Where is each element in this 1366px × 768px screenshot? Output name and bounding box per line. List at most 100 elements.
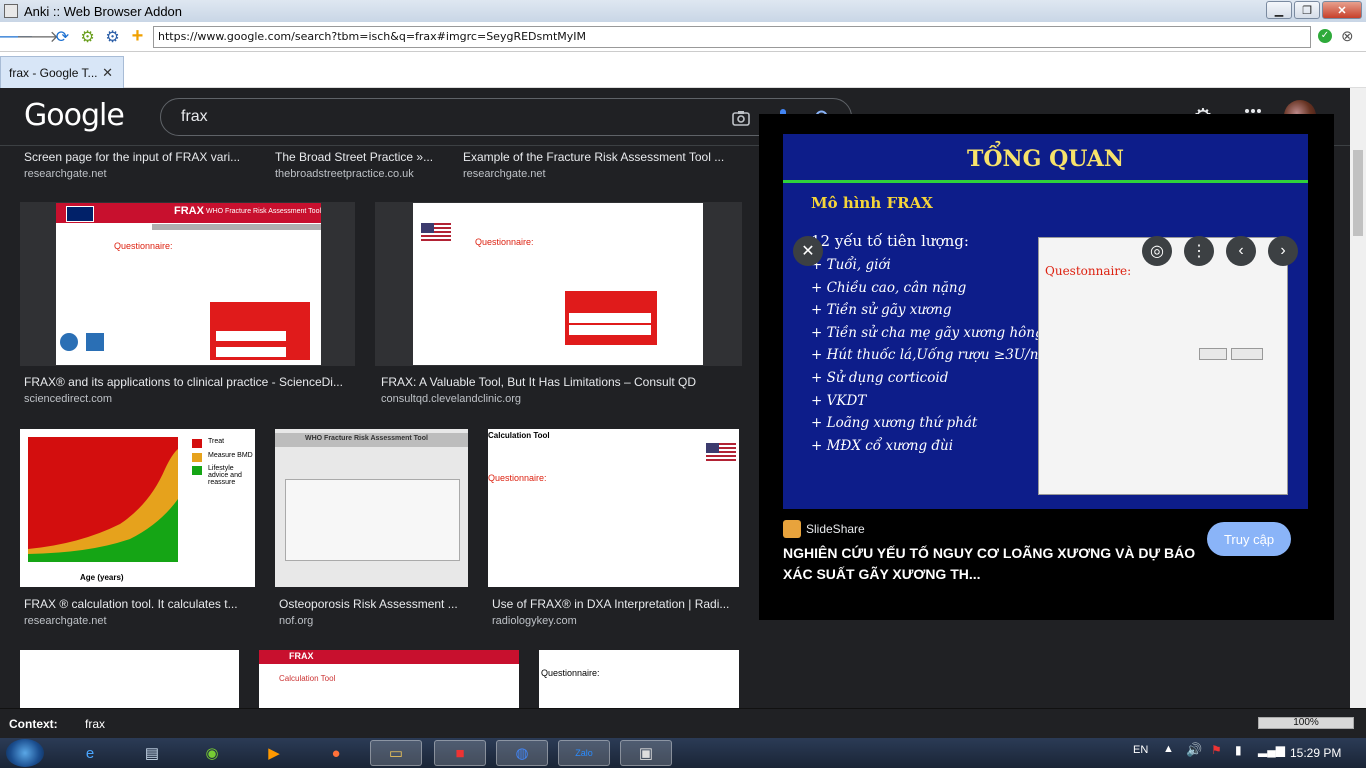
questionnaire-label: Questionnaire: bbox=[114, 241, 173, 251]
result-thumbnail[interactable]: Treat Measure BMD Lifestyle advice and r… bbox=[20, 429, 255, 587]
lens-icon[interactable]: ◎ bbox=[1142, 236, 1172, 266]
preview-image[interactable]: TỔNG QUAN Mô hình FRAX 12 yếu tố tiên lư… bbox=[783, 134, 1308, 509]
result-source[interactable]: sciencedirect.com bbox=[24, 393, 112, 405]
window-title: Anki :: Web Browser Addon bbox=[24, 3, 183, 19]
tab-frax[interactable]: frax - Google T... ✕ bbox=[0, 56, 124, 88]
slide-item: + Loãng xương thứ phát bbox=[811, 415, 978, 432]
more-options-icon[interactable]: ⋮ bbox=[1184, 236, 1214, 266]
slide-item: + Tuổi, giới bbox=[811, 257, 891, 273]
slide-divider bbox=[783, 180, 1308, 183]
result-source[interactable]: thebroadstreetpractice.co.uk bbox=[275, 168, 414, 180]
chart-axis-label: Age (years) bbox=[80, 573, 124, 582]
google-logo[interactable]: Google bbox=[24, 98, 125, 133]
result-thumbnail[interactable] bbox=[20, 650, 239, 708]
slide-title: TỔNG QUAN bbox=[967, 146, 1124, 172]
ie-icon[interactable]: e bbox=[64, 740, 116, 766]
chrome-icon[interactable]: ◍ bbox=[496, 740, 548, 766]
minimize-button[interactable]: ▁ bbox=[1266, 1, 1292, 19]
result-caption[interactable]: Use of FRAX® in DXA Interpretation | Rad… bbox=[492, 597, 737, 611]
settings-gear-icon[interactable]: ⚙ bbox=[75, 25, 100, 49]
start-button[interactable] bbox=[6, 739, 44, 767]
network-icon[interactable]: ▂▄▆ bbox=[1258, 743, 1285, 757]
slide-item: + Sử dụng corticoid bbox=[811, 369, 949, 386]
battery-icon[interactable]: ▮ bbox=[1235, 743, 1242, 757]
result-thumbnail[interactable]: FRAX WHO Fracture Risk Assessment Tool Q… bbox=[56, 203, 321, 365]
stop-icon[interactable]: ⊗ bbox=[1341, 27, 1354, 45]
slide-item: + Tiền sử gãy xương bbox=[811, 302, 952, 319]
anki-icon[interactable]: ■ bbox=[434, 740, 486, 766]
result-caption[interactable]: FRAX: A Valuable Tool, But It Has Limita… bbox=[381, 375, 741, 389]
forward-icon[interactable]: 🡒 bbox=[16, 25, 59, 49]
zalo-icon[interactable]: Zalo bbox=[558, 740, 610, 766]
questionnaire-label: Questionnaire: bbox=[541, 668, 600, 678]
result-thumbnail[interactable]: Questionnaire: bbox=[413, 203, 703, 365]
result-caption[interactable]: The Broad Street Practice »... bbox=[275, 150, 440, 164]
result-caption[interactable]: FRAX® and its applications to clinical p… bbox=[24, 375, 354, 389]
language-indicator[interactable]: EN bbox=[1133, 744, 1148, 756]
slide-list: + Tuổi, giới + Chiều cao, cân nặng + Tiề… bbox=[811, 257, 1063, 460]
scrollbar-thumb[interactable] bbox=[1353, 150, 1363, 236]
result-thumbnail[interactable]: WHO Fracture Risk Assessment Tool bbox=[275, 429, 468, 587]
result-source[interactable]: researchgate.net bbox=[463, 168, 546, 180]
file-explorer-icon[interactable]: ▭ bbox=[370, 740, 422, 766]
slide-item: + Chiều cao, cân nặng bbox=[811, 279, 967, 296]
legend-measure: Measure BMD bbox=[208, 452, 253, 459]
result-thumbnail[interactable]: FRAX Calculation Tool bbox=[259, 650, 519, 708]
close-tab-icon[interactable]: ✕ bbox=[102, 65, 113, 81]
result-thumbnail[interactable]: Calculation Tool Questionnaire: bbox=[488, 429, 739, 587]
go-icon[interactable]: ✓ bbox=[1318, 29, 1332, 43]
tray-expand-icon[interactable]: ▲ bbox=[1163, 743, 1174, 755]
windows-taskbar: e ▤ ◉ ▶ ● ▭ ■ ◍ Zalo ▣ EN ▲ 🔊 ⚑ ▮ ▂▄▆ 15… bbox=[0, 738, 1366, 768]
form-label: Questonnaire: bbox=[1045, 264, 1132, 278]
tab-bar: frax - Google T... ✕ bbox=[0, 52, 1366, 88]
clock[interactable]: 15:29 PM bbox=[1290, 746, 1341, 760]
result-source[interactable]: researchgate.net bbox=[24, 168, 107, 180]
firefox-icon[interactable]: ● bbox=[310, 740, 362, 766]
previous-icon[interactable]: ‹ bbox=[1226, 236, 1256, 266]
close-icon[interactable]: ✕ bbox=[793, 236, 823, 266]
slide-item: + VKDT bbox=[811, 392, 867, 409]
result-caption[interactable]: Example of the Fracture Risk Assessment … bbox=[463, 150, 738, 164]
questionnaire-label: Questionnaire: bbox=[475, 237, 534, 247]
preview-title-line1[interactable]: NGHIÊN CỨU YẾU TỐ NGUY CƠ LOÃNG XƯƠNG VÀ… bbox=[783, 545, 1195, 561]
notes-icon[interactable]: ▤ bbox=[126, 740, 178, 766]
page-scrollbar[interactable] bbox=[1350, 88, 1366, 708]
frax-title: FRAX bbox=[289, 651, 314, 661]
result-source[interactable]: nof.org bbox=[279, 615, 313, 627]
result-source[interactable]: radiologykey.com bbox=[492, 615, 577, 627]
next-icon[interactable]: › bbox=[1268, 236, 1298, 266]
result-thumbnail[interactable]: Questionnaire: bbox=[539, 650, 739, 708]
frax-subtitle: WHO Fracture Risk Assessment Tool bbox=[206, 208, 321, 215]
result-caption[interactable]: Osteoporosis Risk Assessment ... bbox=[279, 597, 469, 611]
preview-title-line2[interactable]: XÁC SUẤT GÃY XƯƠNG TH... bbox=[783, 566, 981, 582]
result-caption[interactable]: Screen page for the input of FRAX vari..… bbox=[24, 150, 249, 164]
legend-lifestyle: Lifestyle advice and reassure bbox=[208, 465, 242, 486]
reload-icon[interactable]: ⟳ bbox=[50, 25, 75, 49]
maximize-button[interactable]: ❐ bbox=[1294, 1, 1320, 19]
tab-label: frax - Google T... bbox=[9, 65, 98, 80]
add-icon[interactable]: + bbox=[125, 25, 150, 49]
volume-icon[interactable]: 🔊 bbox=[1186, 742, 1202, 758]
camera-icon[interactable] bbox=[730, 107, 752, 129]
image-preview-panel: TỔNG QUAN Mô hình FRAX 12 yếu tố tiên lư… bbox=[759, 114, 1334, 620]
search-input[interactable]: frax bbox=[181, 108, 208, 126]
search-box[interactable]: frax bbox=[160, 98, 852, 136]
result-source[interactable]: consultqd.clevelandclinic.org bbox=[381, 393, 521, 405]
calc-tool-label: Calculation Tool bbox=[279, 674, 336, 683]
slide-subtitle: Mô hình FRAX bbox=[811, 194, 933, 212]
result-source[interactable]: researchgate.net bbox=[24, 615, 107, 627]
url-field[interactable]: https://www.google.com/search?tbm=isch&q… bbox=[153, 26, 1311, 48]
frax-subtitle: WHO Fracture Risk Assessment Tool bbox=[305, 435, 428, 442]
media-player-icon[interactable]: ▶ bbox=[248, 740, 300, 766]
close-window-button[interactable]: ✕ bbox=[1322, 1, 1362, 19]
result-caption[interactable]: FRAX ® calculation tool. It calculates t… bbox=[24, 597, 249, 611]
visit-button[interactable]: Truy cập bbox=[1207, 522, 1291, 556]
app-icon[interactable]: ◉ bbox=[186, 740, 238, 766]
addon-icon[interactable]: ⚙ bbox=[100, 25, 125, 49]
calc-tool-label: Calculation Tool bbox=[488, 431, 550, 440]
app-window-icon[interactable]: ▣ bbox=[620, 740, 672, 766]
source-site[interactable]: SlideShare bbox=[806, 522, 865, 536]
slide-form-image: Questonnaire: bbox=[1038, 237, 1288, 495]
zoom-bar[interactable]: 100% bbox=[1258, 717, 1354, 729]
flag-icon[interactable]: ⚑ bbox=[1211, 743, 1222, 757]
